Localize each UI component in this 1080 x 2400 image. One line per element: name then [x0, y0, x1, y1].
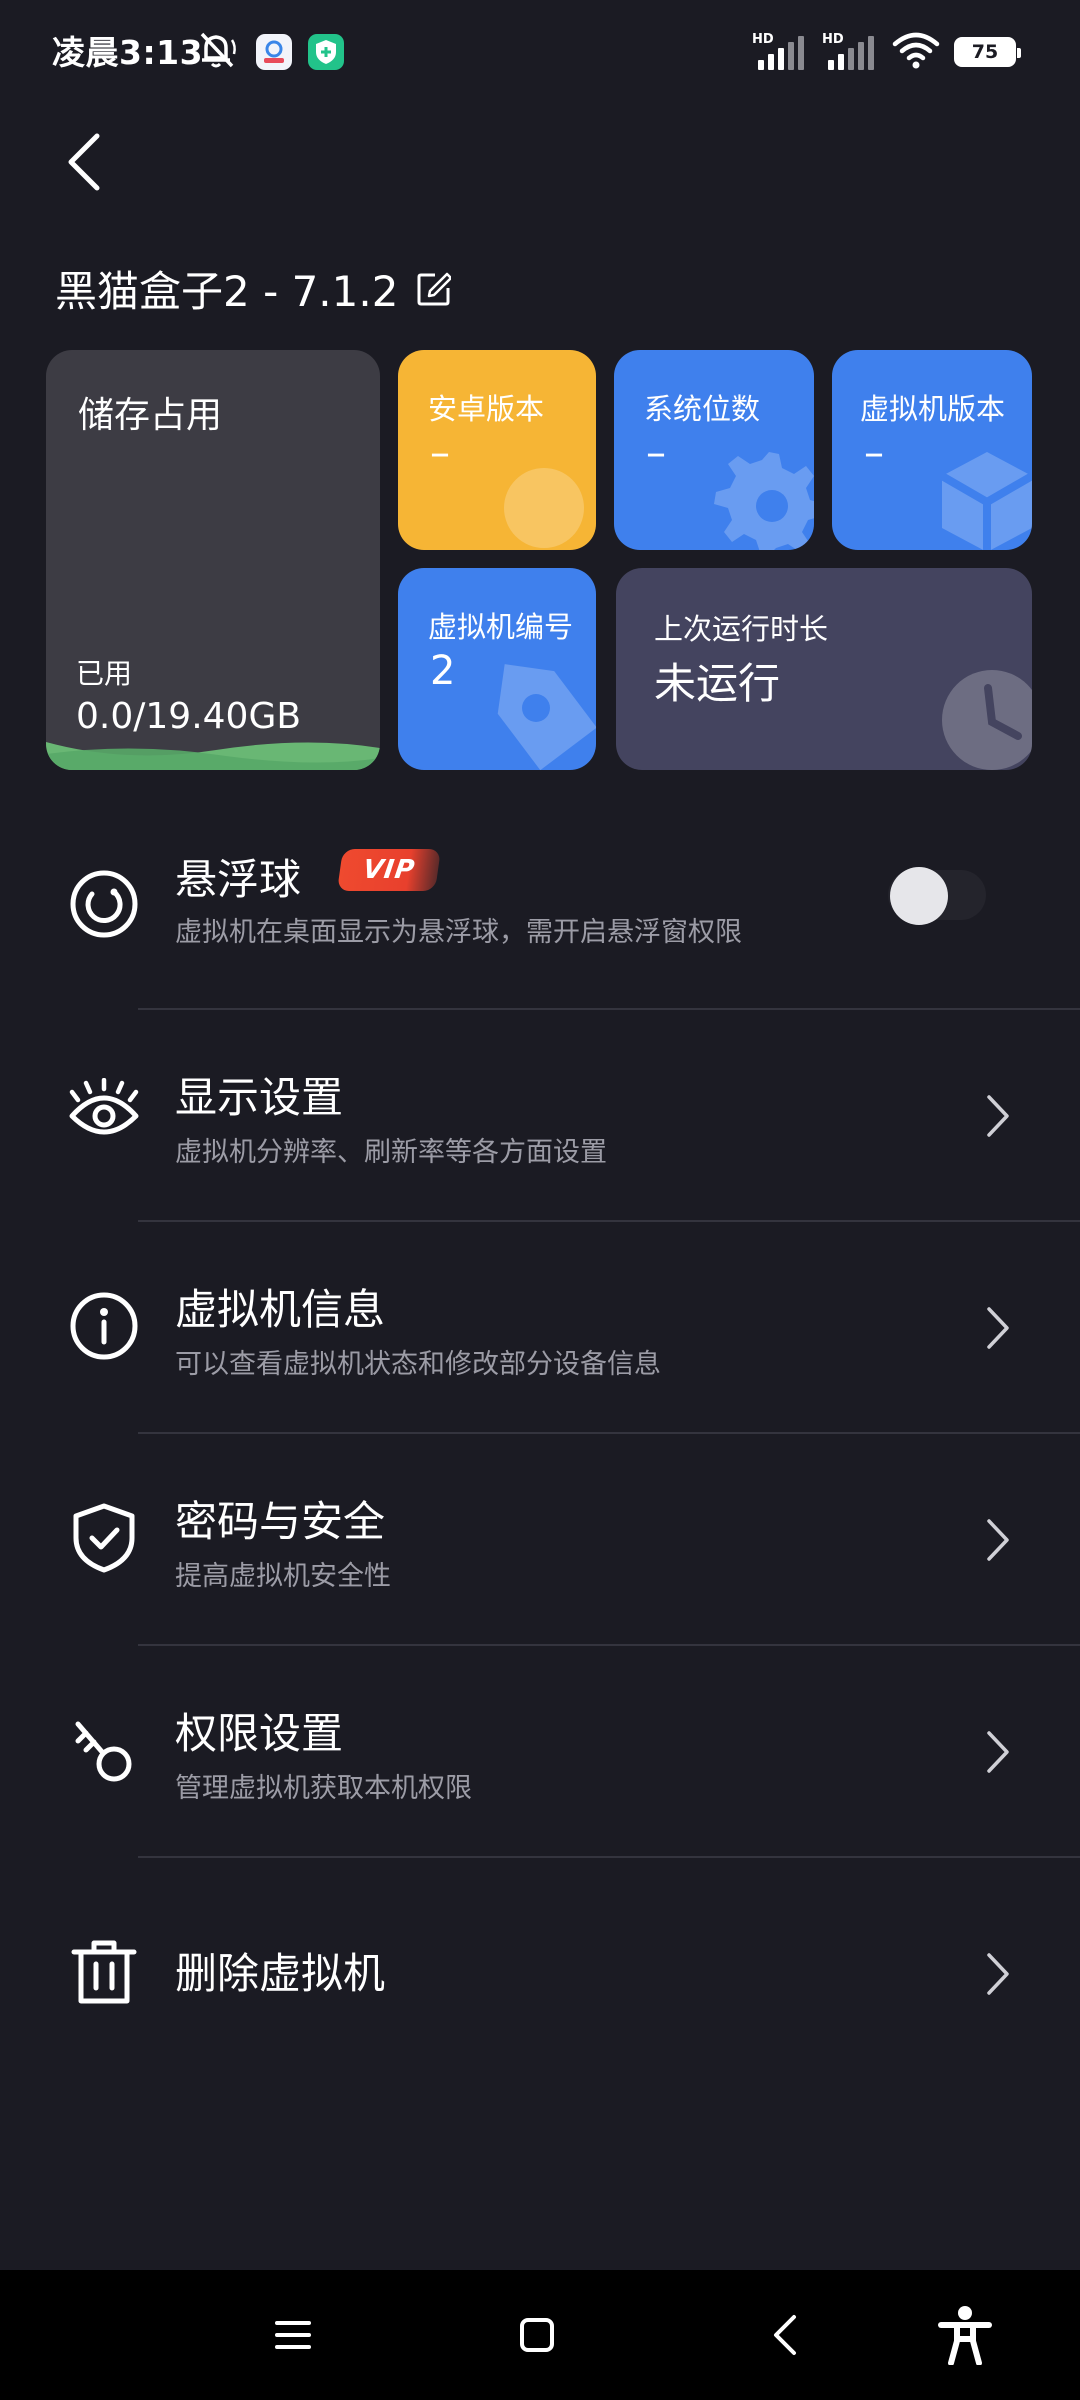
edit-icon[interactable] — [416, 271, 452, 307]
list-item-subtitle: 管理虚拟机获取本机权限 — [175, 1773, 472, 1804]
list-item-title: 虚拟机信息 — [175, 1285, 386, 1334]
gear-icon — [714, 452, 814, 550]
security-app-icon — [308, 34, 344, 70]
list-item-vm-info[interactable]: 虚拟机信息 可以查看虚拟机状态和修改部分设备信息 — [0, 1222, 1080, 1434]
vm-version-value: – — [864, 430, 884, 476]
mute-alarm-icon — [196, 30, 240, 74]
navigation-bar — [0, 2270, 1080, 2400]
android-version-value: – — [430, 430, 450, 476]
list-item-title: 显示设置 — [175, 1073, 344, 1122]
vm-number-label: 虚拟机编号 — [428, 610, 574, 644]
system-bits-label: 系统位数 — [644, 392, 761, 426]
vm-number-value: 2 — [430, 648, 456, 694]
list-item-title: 删除虚拟机 — [175, 1949, 386, 1998]
clock-icon — [942, 670, 1032, 770]
list-item-subtitle: 虚拟机分辨率、刷新率等各方面设置 — [175, 1137, 607, 1168]
status-right-icons: HD HD 75 — [752, 30, 1021, 74]
battery-level: 75 — [971, 41, 999, 63]
list-item-title: 权限设置 — [175, 1709, 344, 1758]
vm-title-row: 黑猫盒子2 - 7.1.2 — [55, 258, 452, 319]
back-icon[interactable] — [750, 2300, 820, 2370]
wifi-icon — [892, 30, 940, 74]
notification-app-icon — [256, 34, 292, 70]
list-item-title: 密码与安全 — [175, 1497, 386, 1546]
list-item-permission-settings[interactable]: 权限设置 管理虚拟机获取本机权限 — [0, 1646, 1080, 1858]
menu-icon[interactable] — [258, 2300, 328, 2370]
last-runtime-label: 上次运行时长 — [654, 612, 829, 646]
system-bits-value: – — [646, 430, 666, 476]
chevron-right-icon — [978, 1510, 1018, 1570]
list-item-title: 悬浮球 — [175, 855, 302, 904]
eye-icon — [66, 1076, 142, 1152]
page-title: 黑猫盒子2 - 7.1.2 — [55, 267, 399, 316]
vm-version-label: 虚拟机版本 — [860, 392, 1006, 426]
float-ball-icon — [66, 866, 142, 942]
float-ball-toggle[interactable] — [888, 867, 986, 925]
list-item-subtitle: 可以查看虚拟机状态和修改部分设备信息 — [175, 1349, 661, 1380]
chevron-right-icon — [978, 1086, 1018, 1146]
list-item-subtitle: 虚拟机在桌面显示为悬浮球，需开启悬浮窗权限 — [175, 917, 742, 948]
android-version-label: 安卓版本 — [428, 392, 545, 426]
back-button[interactable] — [50, 122, 120, 202]
vip-badge-label: VIP — [360, 855, 418, 885]
chevron-right-icon — [978, 1944, 1018, 2004]
android-version-card: 安卓版本 – — [398, 350, 596, 550]
vm-version-card: 虚拟机版本 – — [832, 350, 1032, 550]
status-time: 凌晨3:13 — [52, 33, 204, 72]
vip-badge: VIP — [337, 849, 441, 891]
storage-card-label: 储存占用 — [78, 395, 223, 436]
system-bits-card: 系统位数 – — [614, 350, 814, 550]
storage-used-label: 已用 — [76, 657, 133, 690]
battery-icon: 75 — [954, 37, 1021, 67]
home-icon[interactable] — [502, 2300, 572, 2370]
list-item-password-security[interactable]: 密码与安全 提高虚拟机安全性 — [0, 1434, 1080, 1646]
toggle-knob — [890, 867, 948, 925]
last-runtime-card: 上次运行时长 未运行 — [616, 568, 1032, 770]
vm-number-card: 虚拟机编号 2 — [398, 568, 596, 770]
chevron-right-icon — [978, 1298, 1018, 1358]
last-runtime-value: 未运行 — [654, 659, 781, 708]
list-item-subtitle: 提高虚拟机安全性 — [175, 1561, 391, 1592]
storage-value: 0.0/19.40GB — [76, 696, 302, 737]
trash-icon — [66, 1934, 142, 2010]
back-arrow-icon — [68, 133, 100, 191]
chevron-right-icon — [978, 1722, 1018, 1782]
signal-2-icon: HD — [822, 32, 878, 72]
info-icon — [66, 1288, 142, 1364]
shield-check-icon — [66, 1500, 142, 1576]
android-deco-icon — [504, 468, 584, 548]
cube-icon — [939, 452, 1032, 550]
list-item-delete-vm[interactable]: 删除虚拟机 — [0, 1858, 1080, 2070]
status-bar: 凌晨3:13 HD HD 75 — [0, 0, 1080, 104]
tag-icon — [497, 664, 596, 770]
accessibility-icon[interactable] — [930, 2300, 1000, 2370]
status-left-icons — [196, 30, 344, 74]
list-item-display-settings[interactable]: 显示设置 虚拟机分辨率、刷新率等各方面设置 — [0, 1010, 1080, 1222]
signal-1-icon: HD — [752, 32, 808, 72]
key-icon — [66, 1712, 142, 1788]
